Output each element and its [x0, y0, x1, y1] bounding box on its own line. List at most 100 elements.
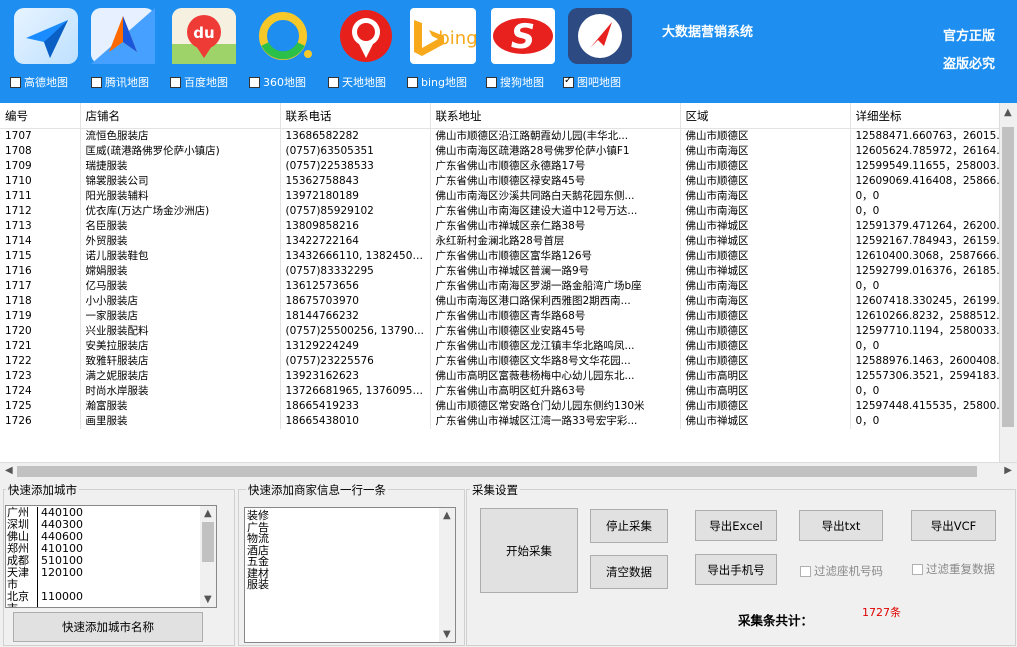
map-option-bing[interactable]: bing地图 [407, 74, 467, 90]
table-row[interactable]: 1707 流恒色服装店 13686582282 佛山市顺德区沿江路朝霞幼儿园(丰华北.… [0, 128, 1017, 144]
horizontal-scrollbar[interactable]: ◀ ▶ [0, 462, 1017, 480]
scroll-down-icon[interactable]: ▼ [204, 594, 212, 605]
table-cell: 12588976.1463，2600408.283 [850, 354, 1017, 369]
table-cell: 12588471.660763，2601500... [850, 128, 1017, 144]
keywords-scrollbar[interactable]: ▲ ▼ [439, 508, 455, 642]
column-header[interactable]: 店铺名 [80, 103, 281, 129]
table-cell: 12610266.8232，2588512.268 [850, 309, 1017, 324]
results-table[interactable]: 编号 店铺名 联系电话 联系地址 区域 详细坐标 1707 流恒色服装店 13686… [0, 103, 1017, 462]
filter-duplicates-checkbox[interactable]: 过滤重复数据 [912, 561, 995, 577]
start-collect-button[interactable]: 开始采集 [480, 508, 578, 593]
table-row[interactable]: 1720 兴业服装配料 (0757)25500256, 13790... 广东省佛山市… [0, 324, 1017, 339]
table-cell: 1712 [0, 204, 81, 219]
map-option-label: 腾讯地图 [105, 76, 149, 89]
table-row[interactable]: 1716 嫦娟服装 (0757)83332295 广东省佛山市禅城区普澜一路9号 佛山市… [0, 264, 1017, 279]
table-row[interactable]: 1714 外贸服装 13422722164 永红新村金澜北路28号首层 佛山市禅城区 12… [0, 234, 1017, 249]
merchant-keywords-input[interactable]: 装修 广告 物流 酒店 五金 建材 服装 ▲ ▼ [244, 507, 456, 643]
map-option-tencent[interactable]: 腾讯地图 [91, 74, 149, 90]
scroll-thumb[interactable] [202, 522, 214, 562]
filter-landline-checkbox[interactable]: 过滤座机号码 [800, 563, 883, 579]
svg-text:S: S [511, 17, 536, 57]
column-header[interactable]: 详细坐标 [850, 103, 1017, 129]
table-row[interactable]: 1712 优衣库(万达广场金沙洲店) (0757)85929102 广东省佛山市南海区… [0, 204, 1017, 219]
table-cell: 12557306.3521，2594183.991 [850, 369, 1017, 384]
checkbox[interactable] [407, 76, 418, 88]
table-row[interactable]: 1708 匡威(疏港路佛罗伦萨小镇店) (0757)63505351 佛山市南海区疏港… [0, 144, 1017, 159]
amap-icon[interactable] [14, 8, 78, 64]
table-row[interactable]: 1721 安美拉服装店 13129224249 广东省佛山市顺德区龙江镇丰华北路鸣凤.… [0, 339, 1017, 354]
export-txt-button[interactable]: 导出txt [799, 510, 883, 541]
table-row[interactable]: 1717 亿马服装 13612573656 广东省佛山市南海区罗湖一路金船湾广场b座佛… [0, 279, 1017, 294]
table-row[interactable]: 1710 锦裳服装公司 15362758843 广东省佛山市顺德区禄安路45号 佛山市顺… [0, 174, 1017, 189]
table-cell: 广东省佛山市禅城区江湾一路33号宏宇彩... [430, 414, 681, 429]
checkbox[interactable] [170, 76, 181, 88]
table-row[interactable]: 1722 致雅轩服装店 (0757)23225576 广东省佛山市顺德区文华路8号文华… [0, 354, 1017, 369]
table-cell: (0757)22538533 [280, 159, 431, 174]
list-item[interactable]: 深圳 440300 [7, 519, 216, 531]
table-row[interactable]: 1715 诺儿服装鞋包 13432666110, 13824502331 广东省佛山市… [0, 249, 1017, 264]
table-row[interactable]: 1723 满之妮服装店 13923162623 佛山市高明区富薇巷杨梅中心幼儿园东北.… [0, 369, 1017, 384]
list-item[interactable]: 成都 510100 [7, 555, 216, 567]
city-list[interactable]: 广州 440100 深圳 440300 佛山 440600 郑州 410100 成都 510100… [5, 505, 217, 608]
add-city-button[interactable]: 快速添加城市名称 [13, 612, 203, 642]
city-list-scrollbar[interactable]: ▲ ▼ [200, 506, 216, 607]
bing-map-icon[interactable]: bing [410, 8, 478, 64]
table-row[interactable]: 1719 一家服装店 18144766232 广东省佛山市顺德区青华路68号 佛山市顺德… [0, 309, 1017, 324]
tianditu-icon[interactable] [334, 8, 398, 64]
table-cell: 流恒色服装店 [80, 128, 281, 144]
column-header[interactable]: 联系电话 [280, 103, 431, 129]
table-row[interactable]: 1713 名臣服装 13809858216 广东省佛山市禅城区亲仁路38号 佛山市禅城区… [0, 219, 1017, 234]
map-option-360[interactable]: 360地图 [249, 74, 306, 90]
checkbox[interactable] [249, 76, 260, 88]
export-excel-button[interactable]: 导出Excel [695, 510, 777, 541]
map-option-mapbar[interactable]: 图吧地图 [563, 74, 621, 90]
column-header[interactable]: 联系地址 [430, 103, 681, 129]
scroll-up-icon[interactable]: ▲ [443, 510, 451, 521]
map-option-amap[interactable]: 高德地图 [10, 74, 68, 90]
table-row[interactable]: 1724 时尚水岸服装 13726681965, 13760957153 广东省佛山市… [0, 384, 1017, 399]
column-header[interactable]: 区域 [680, 103, 851, 129]
table-row[interactable]: 1711 阳光服装辅料 13972180189 佛山市南海区沙溪共同路白天鹅花园东侧.… [0, 189, 1017, 204]
list-item[interactable]: 广州 440100 [7, 507, 216, 519]
list-item[interactable]: 佛山 440600 [7, 531, 216, 543]
export-vcf-button[interactable]: 导出VCF [911, 510, 996, 541]
map-option-tianditu[interactable]: 天地地图 [328, 74, 386, 90]
table-row[interactable]: 1725 瀚富服装 18665419233 佛山市顺德区常安路仓门幼儿园东侧约130米… [0, 399, 1017, 414]
scroll-up-icon[interactable]: ▲ [1004, 107, 1012, 118]
baidu-map-icon[interactable]: du [172, 8, 236, 64]
table-cell: 安美拉服装店 [80, 339, 281, 354]
list-item[interactable]: 天津市 120100 [7, 567, 216, 591]
scroll-up-icon[interactable]: ▲ [204, 508, 212, 519]
tencent-map-icon[interactable] [91, 8, 155, 64]
sogou-map-icon[interactable]: S [491, 8, 555, 64]
checkbox-checked[interactable] [563, 75, 574, 88]
mapbar-icon[interactable] [568, 8, 632, 64]
table-row[interactable]: 1709 瑞捷服装 (0757)22538533 广东省佛山市顺德区永德路17号 佛山市… [0, 159, 1017, 174]
list-item[interactable]: 郑州 410100 [7, 543, 216, 555]
checkbox[interactable] [328, 76, 339, 88]
checkbox[interactable] [486, 76, 497, 88]
scroll-down-icon[interactable]: ▼ [443, 629, 451, 640]
table-row[interactable]: 1726 画里服装 18665438010 广东省佛山市禅城区江湾一路33号宏宇彩..… [0, 414, 1017, 429]
scroll-left-icon[interactable]: ◀ [5, 465, 13, 476]
clear-data-button[interactable]: 清空数据 [590, 555, 668, 589]
table-cell: 12597448.415535，2580037... [850, 399, 1017, 414]
checkbox[interactable] [912, 563, 923, 575]
scroll-thumb[interactable] [17, 466, 977, 477]
table-row[interactable]: 1718 小小服装店 18675703970 佛山市南海区港口路保利西雅图2期西南..… [0, 294, 1017, 309]
column-header[interactable]: 编号 [0, 103, 81, 129]
map-option-label: 百度地图 [184, 76, 228, 89]
map-option-sogou[interactable]: 搜狗地图 [486, 74, 544, 90]
map-option-baidu[interactable]: 百度地图 [170, 74, 228, 90]
checkbox[interactable] [91, 76, 102, 88]
export-phone-button[interactable]: 导出手机号 [695, 554, 777, 585]
360-map-icon[interactable] [253, 8, 317, 64]
vertical-scrollbar[interactable]: ▲ [999, 103, 1017, 462]
checkbox[interactable] [800, 565, 811, 577]
scroll-thumb[interactable] [1002, 127, 1014, 427]
checkbox[interactable] [10, 76, 21, 88]
scroll-right-icon[interactable]: ▶ [1004, 465, 1012, 476]
stop-collect-button[interactable]: 停止采集 [590, 509, 668, 543]
table-cell: 13432666110, 13824502331 [280, 249, 431, 264]
list-item[interactable]: 北京市110000 [7, 591, 216, 607]
